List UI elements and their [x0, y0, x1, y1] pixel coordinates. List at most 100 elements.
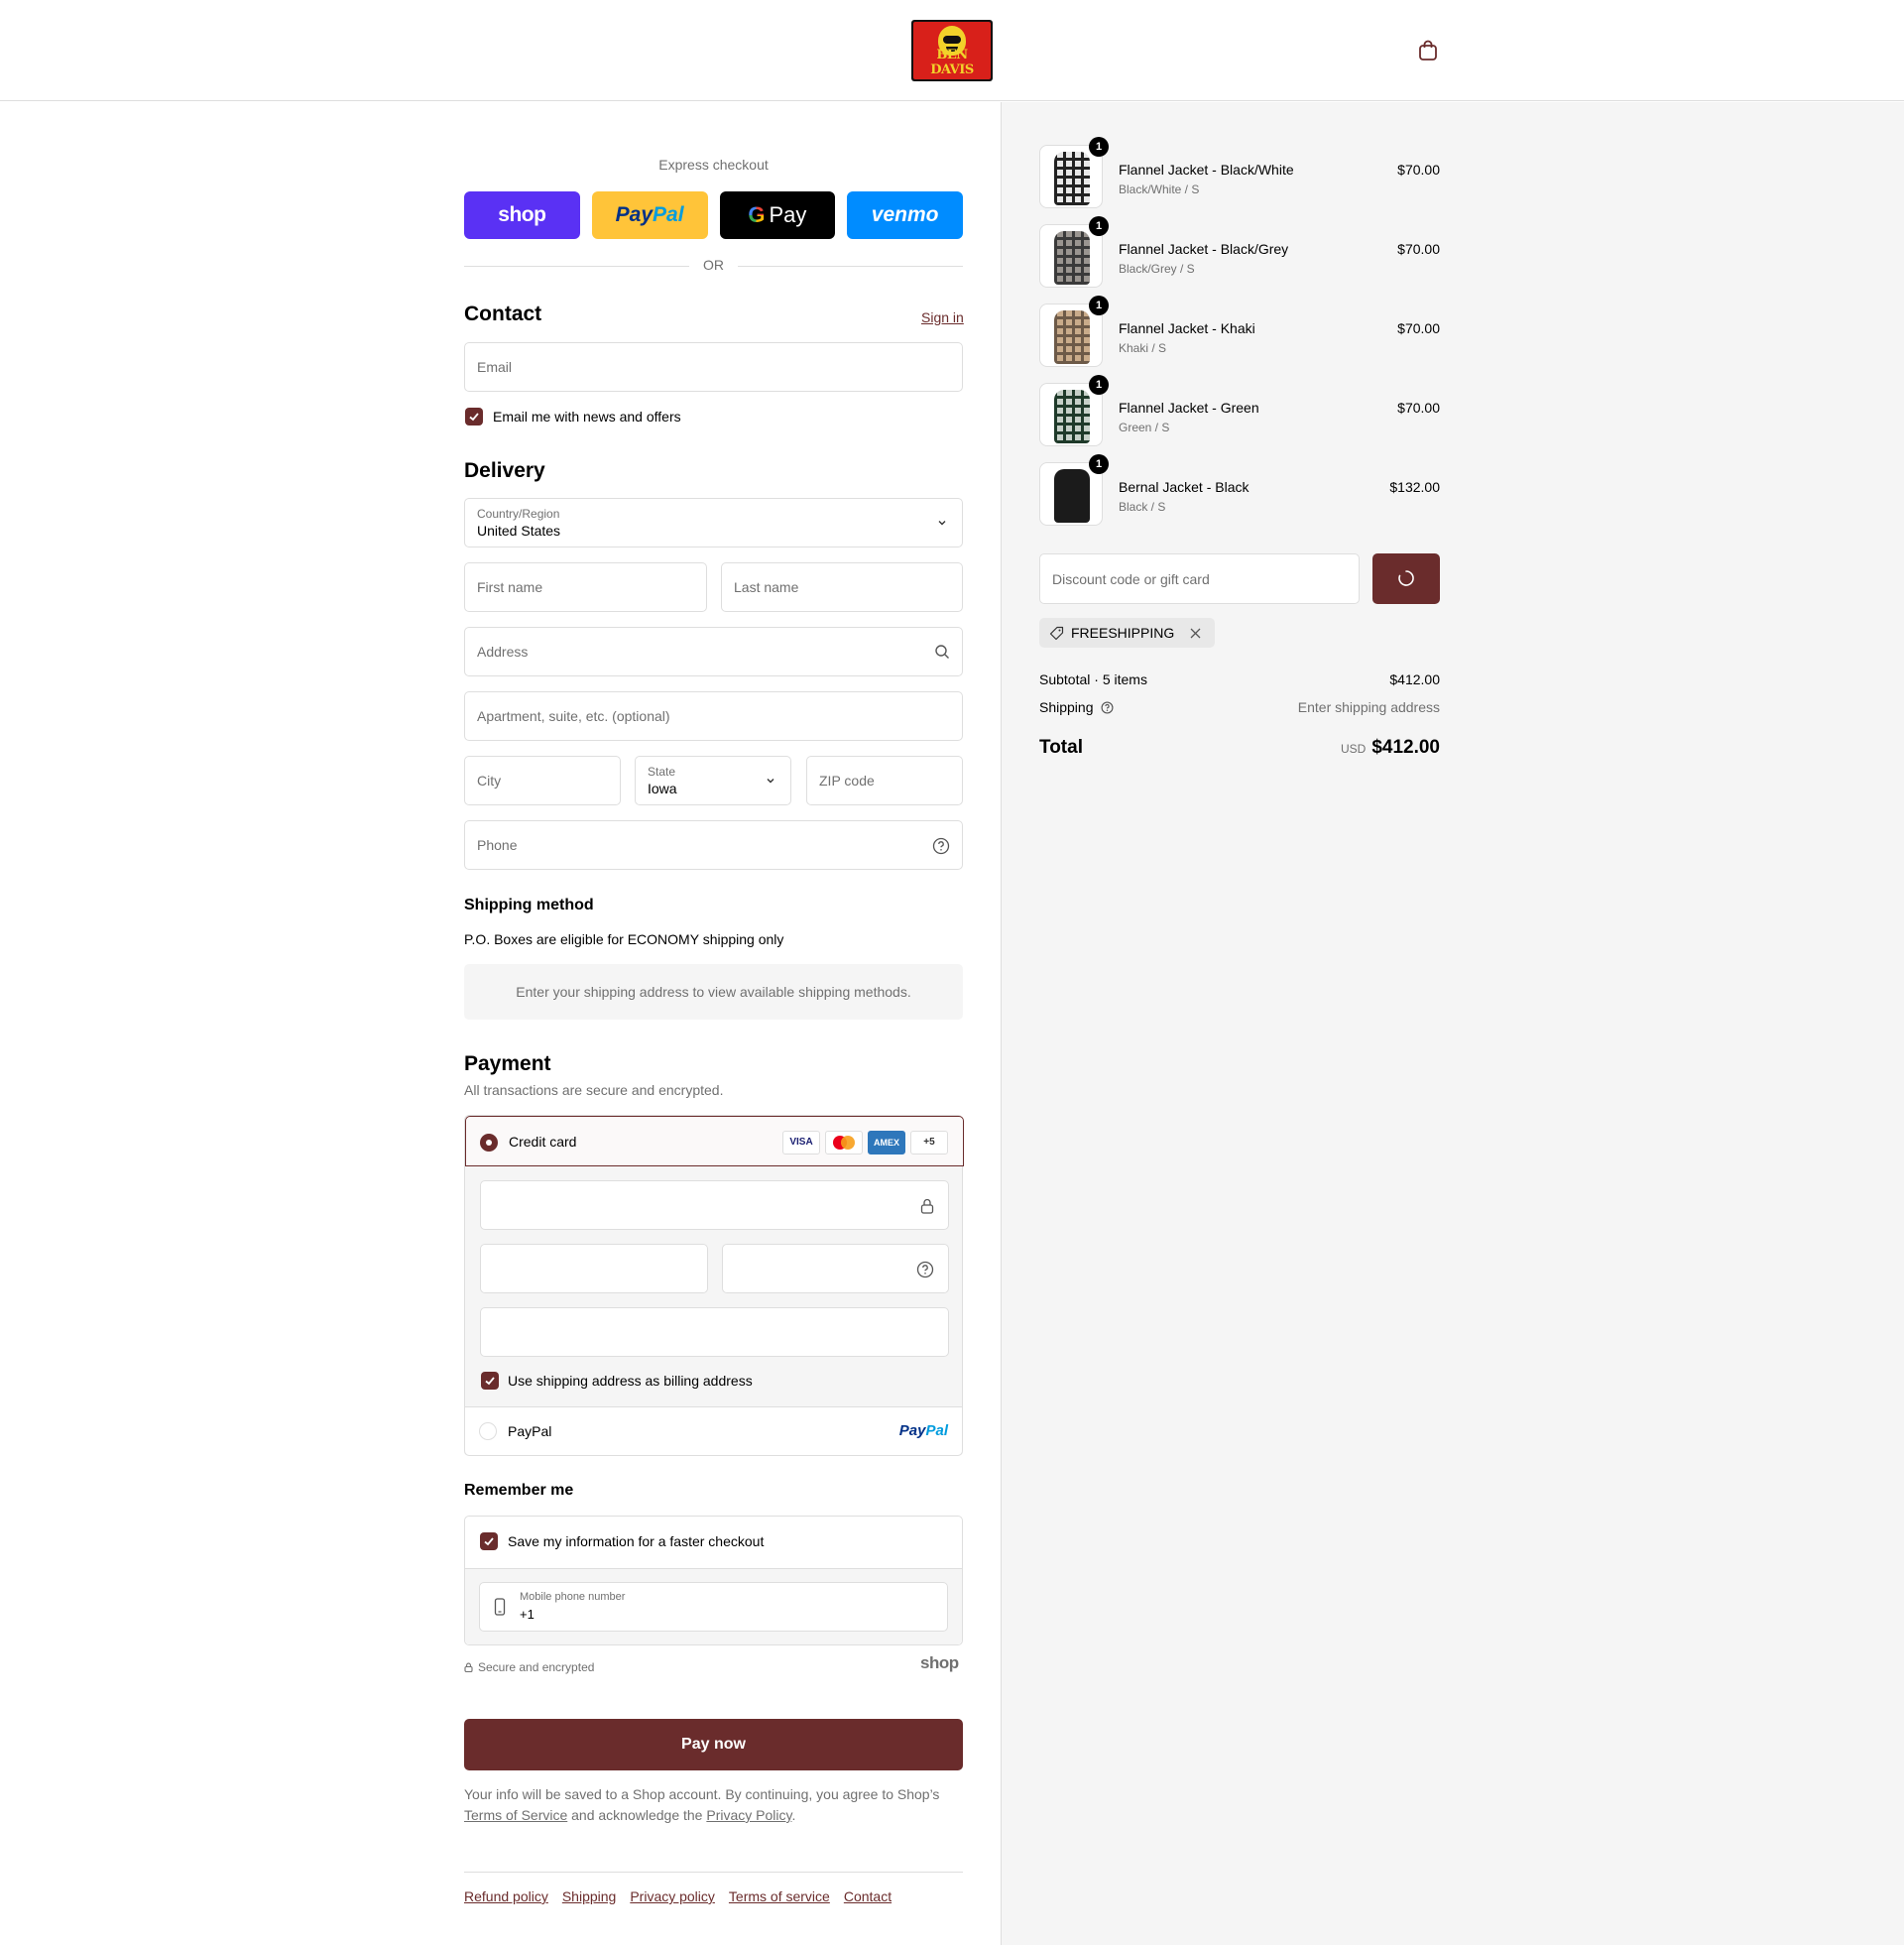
remember-me-box: Save my information for a faster checkou… — [464, 1516, 963, 1645]
apply-discount-button[interactable] — [1372, 553, 1440, 604]
address-field[interactable]: Address — [464, 627, 963, 676]
email-field[interactable]: Email — [464, 342, 963, 392]
divider-line — [738, 266, 963, 267]
mobile-label: Mobile phone number — [520, 1591, 626, 1603]
terms-link[interactable]: Terms of Service — [464, 1807, 567, 1823]
quantity-badge: 1 — [1089, 296, 1109, 315]
help-circle-icon[interactable] — [1101, 701, 1114, 714]
google-pay-button[interactable]: G Pay — [719, 191, 836, 239]
shipping-link[interactable]: Shipping — [562, 1888, 617, 1904]
billing-label: Use shipping address as billing address — [508, 1373, 753, 1389]
checkmark-icon — [469, 413, 479, 422]
save-info-checkbox[interactable] — [480, 1532, 498, 1550]
secure-note: Secure and encrypted — [464, 1660, 594, 1674]
shop-logo-text: shop — [498, 203, 546, 226]
header: BEN DAVIS — [0, 0, 1904, 101]
product-name: Flannel Jacket - Black/White — [1119, 162, 1294, 178]
credit-card-radio[interactable] — [480, 1134, 498, 1152]
billing-checkbox[interactable] — [481, 1372, 499, 1390]
contact-link[interactable]: Contact — [844, 1888, 892, 1904]
shop-pay-button[interactable]: shop — [464, 191, 580, 239]
lock-icon — [464, 1662, 473, 1672]
product-name: Bernal Jacket - Black — [1119, 479, 1250, 495]
total-amount: USD $412.00 — [1341, 737, 1440, 759]
search-icon — [935, 645, 949, 659]
close-icon[interactable] — [1190, 628, 1201, 639]
gpay-text: Pay — [769, 202, 807, 227]
product-name: Flannel Jacket - Green — [1119, 400, 1259, 416]
brand-logo[interactable]: BEN DAVIS — [911, 20, 993, 81]
security-code-field[interactable] — [722, 1244, 949, 1293]
remember-me-heading: Remember me — [464, 1482, 574, 1499]
city-placeholder: City — [477, 773, 502, 789]
zip-placeholder: ZIP code — [819, 773, 875, 789]
paypal-radio[interactable] — [479, 1422, 497, 1440]
apartment-field[interactable]: Apartment, suite, etc. (optional) — [464, 691, 963, 741]
paypal-logo-a: Pay — [615, 203, 654, 226]
shop-logo: shop — [920, 1653, 959, 1672]
paypal-logo-b: Pal — [653, 203, 684, 226]
product-price: $70.00 — [1397, 241, 1440, 257]
paypal-option[interactable]: PayPal PayPal — [465, 1406, 962, 1455]
jacket-image — [1054, 390, 1090, 443]
quantity-badge: 1 — [1089, 137, 1109, 157]
country-select[interactable]: Country/Region United States — [464, 498, 963, 547]
more-cards-badge: +5 — [910, 1131, 948, 1155]
discount-placeholder: Discount code or gift card — [1052, 571, 1210, 587]
shopping-bag-icon[interactable] — [1418, 40, 1438, 61]
product-variant: Green / S — [1119, 421, 1170, 434]
checkmark-icon — [484, 1537, 494, 1546]
payment-methods: Credit card VISA AMEX +5 Use shipping ad… — [464, 1115, 964, 1456]
news-checkbox[interactable] — [465, 408, 483, 425]
zip-field[interactable]: ZIP code — [806, 756, 963, 805]
last-name-field[interactable]: Last name — [721, 562, 963, 612]
discount-code-field[interactable]: Discount code or gift card — [1039, 553, 1360, 604]
total-value: $412.00 — [1371, 737, 1440, 758]
shipping-row: Shipping Enter shipping address — [1039, 699, 1440, 715]
mobile-section: Mobile phone number +1 — [465, 1568, 962, 1644]
terms-of-service-link[interactable]: Terms of service — [729, 1888, 830, 1904]
phone-field[interactable]: Phone — [464, 820, 963, 870]
shipping-method-heading: Shipping method — [464, 897, 594, 913]
venmo-button[interactable]: venmo — [847, 191, 963, 239]
first-name-field[interactable]: First name — [464, 562, 707, 612]
help-circle-icon[interactable] — [916, 1261, 934, 1278]
pay-now-button[interactable]: Pay now — [464, 1719, 963, 1770]
product-name: Flannel Jacket - Khaki — [1119, 320, 1255, 336]
visa-icon: VISA — [782, 1131, 820, 1155]
currency-code: USD — [1340, 742, 1367, 756]
privacy-link[interactable]: Privacy Policy — [706, 1807, 791, 1823]
privacy-policy-link[interactable]: Privacy policy — [630, 1888, 715, 1904]
shipping-value: Enter shipping address — [1297, 699, 1440, 715]
paypal-button[interactable]: Pay Pal — [591, 191, 708, 239]
credit-card-option[interactable]: Credit card VISA AMEX +5 — [465, 1116, 964, 1166]
mobile-value: +1 — [520, 1607, 535, 1622]
mastercard-icon — [825, 1131, 863, 1155]
applied-discount-tag: FREESHIPPING — [1039, 618, 1216, 648]
total-row: Total USD $412.00 — [1039, 737, 1440, 761]
chevron-down-icon — [938, 521, 946, 526]
state-value: Iowa — [648, 781, 677, 796]
refund-policy-link[interactable]: Refund policy — [464, 1888, 548, 1904]
help-circle-icon[interactable] — [932, 837, 950, 855]
save-info-label: Save my information for a faster checkou… — [508, 1533, 765, 1549]
subtotal-label: Subtotal · 5 items — [1039, 671, 1147, 687]
apartment-placeholder: Apartment, suite, etc. (optional) — [477, 708, 670, 724]
discount-code-text: FREESHIPPING — [1071, 625, 1175, 641]
name-on-card-field[interactable] — [480, 1307, 949, 1357]
first-name-placeholder: First name — [477, 579, 543, 595]
amex-icon: AMEX — [868, 1131, 905, 1155]
card-number-field[interactable] — [480, 1180, 949, 1230]
product-price: $70.00 — [1397, 400, 1440, 416]
sign-in-link[interactable]: Sign in — [921, 309, 964, 325]
product-variant: Khaki / S — [1119, 341, 1167, 355]
mobile-phone-field[interactable]: Mobile phone number +1 — [479, 1582, 948, 1632]
subtotal-row: Subtotal · 5 items $412.00 — [1039, 671, 1440, 687]
state-select[interactable]: State Iowa — [635, 756, 791, 805]
paypal-logo: PayPal — [899, 1422, 948, 1439]
legal-text-3: . — [791, 1807, 796, 1823]
or-text: OR — [703, 257, 724, 273]
logo-emblem: BEN DAVIS — [913, 22, 991, 79]
city-field[interactable]: City — [464, 756, 621, 805]
expiration-field[interactable] — [480, 1244, 708, 1293]
